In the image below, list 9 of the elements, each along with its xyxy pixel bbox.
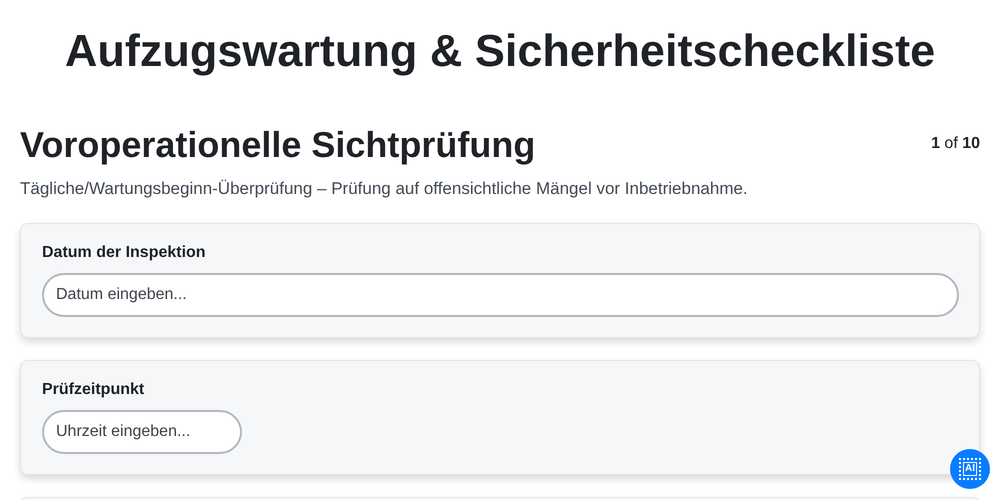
input-field[interactable]: Datum eingeben... [42,273,959,317]
input-field[interactable]: Uhrzeit eingeben... [42,410,242,454]
field-label: Prüfzeitpunkt [42,381,146,399]
ai-button[interactable]: AI [950,449,990,489]
field-label: Datum der Inspektion [42,244,207,262]
page-title: Aufzugswartung & Sicherheitscheckliste [64,24,936,78]
section-description: Tägliche/Wartungsbeginn-Überprüfung – Prüfung auf offensichtliche Mängel vor Inbetriebnahme. [20,179,749,199]
section-heading: Voroperationelle Sichtprüfung [20,123,536,167]
page-counter: 1 of 10 [931,135,980,153]
